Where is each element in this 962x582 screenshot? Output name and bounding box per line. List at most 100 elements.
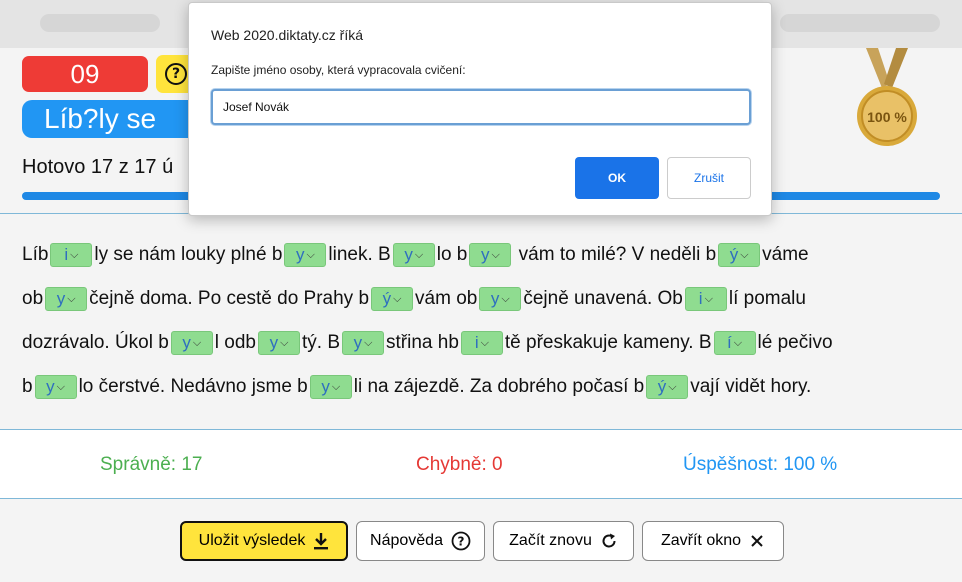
download-icon bbox=[314, 533, 329, 550]
stat-correct: Správně: 17 bbox=[100, 454, 203, 475]
answer-select[interactable]: y ⌵ bbox=[342, 331, 385, 355]
text-segment: l odb bbox=[214, 332, 256, 353]
answer-select[interactable]: y ⌵ bbox=[284, 243, 327, 267]
chevron-down-icon: ⌵ bbox=[56, 380, 65, 393]
chevron-down-icon: ⌵ bbox=[70, 248, 79, 261]
chevron-down-icon: ⌵ bbox=[480, 336, 489, 349]
answer-value: y bbox=[321, 377, 330, 396]
chevron-down-icon: ⌵ bbox=[306, 248, 315, 261]
chevron-down-icon: ⌵ bbox=[364, 336, 373, 349]
answer-select[interactable]: y ⌵ bbox=[258, 331, 300, 355]
dialog-message: Zapište jméno osoby, která vypracovala c… bbox=[211, 63, 466, 77]
footer-toolbar: Uložit výsledek Nápověda ? Začít znovu Z… bbox=[0, 499, 962, 582]
blurred-tab bbox=[40, 14, 160, 32]
chevron-down-icon: ⌵ bbox=[704, 292, 713, 305]
chevron-down-icon: ⌵ bbox=[668, 380, 677, 393]
chevron-down-icon: ⌵ bbox=[414, 248, 424, 261]
chevron-down-icon: ⌵ bbox=[67, 292, 76, 305]
question-circle-icon: ? bbox=[451, 531, 471, 551]
save-result-button[interactable]: Uložit výsledek bbox=[180, 521, 348, 561]
text-segment: lo b bbox=[436, 244, 468, 265]
text-segment: čejně doma. Po cestě do Prahy b bbox=[89, 288, 370, 309]
question-circle-icon: ? bbox=[165, 63, 187, 85]
text-segment: dozrávalo. Úkol b bbox=[22, 332, 169, 353]
answer-select[interactable]: i ⌵ bbox=[684, 287, 727, 311]
answer-value: ý bbox=[657, 377, 667, 396]
progress-text: Hotovo 17 z 17 ú bbox=[22, 156, 174, 178]
chevron-down-icon: ⌵ bbox=[331, 380, 341, 393]
answer-select[interactable]: ý ⌵ bbox=[371, 287, 414, 311]
answer-value: y bbox=[404, 245, 413, 264]
answer-select[interactable]: i ⌵ bbox=[460, 331, 503, 355]
text-line: ob y ⌵ čejně doma. Po cestě do Prahy b ý ⌵ vám… bbox=[22, 284, 806, 314]
answer-select[interactable]: y ⌵ bbox=[469, 243, 512, 267]
text-segment: vám to milé? V neděli b bbox=[513, 244, 717, 265]
medal-icon: 100 % bbox=[857, 48, 917, 146]
refresh-icon bbox=[602, 533, 616, 548]
text-segment: střina hb bbox=[386, 332, 459, 353]
close-icon bbox=[751, 535, 763, 547]
text-segment: Líb bbox=[22, 244, 49, 265]
answer-value: y bbox=[353, 333, 363, 352]
answer-value: i bbox=[698, 289, 703, 308]
ok-button[interactable]: OK bbox=[575, 157, 659, 199]
answer-value: y bbox=[490, 289, 500, 308]
answer-select[interactable]: y ⌵ bbox=[479, 287, 522, 311]
exercise-number-badge: 09 bbox=[22, 56, 148, 92]
stats-panel: Správně: 17 Chybně: 0 Úspěšnost: 100 % bbox=[0, 430, 962, 498]
answer-select[interactable]: y ⌵ bbox=[309, 375, 352, 399]
answer-select[interactable]: ý ⌵ bbox=[646, 375, 689, 399]
text-line: dozrávalo. Úkol b y ⌵ l odb y ⌵ tý. By ⌵ střina … bbox=[22, 328, 833, 358]
text-segment: vají vidět hory. bbox=[690, 376, 812, 397]
text-segment: linek. B bbox=[328, 244, 391, 265]
prompt-dialog: Web 2020.diktaty.cz říká Zapište jméno o… bbox=[188, 2, 772, 216]
text-segment: ob bbox=[22, 288, 44, 309]
stat-wrong: Chybně: 0 bbox=[416, 454, 503, 475]
answer-select[interactable]: ý ⌵ bbox=[718, 243, 761, 267]
answer-select[interactable]: i ⌵ bbox=[50, 243, 93, 267]
text-segment: ly se nám louky plné b bbox=[94, 244, 283, 265]
text-segment: váme bbox=[762, 244, 809, 265]
help-button[interactable]: Nápověda ? bbox=[356, 521, 485, 561]
answer-select[interactable]: í ⌵ bbox=[713, 331, 756, 355]
answer-value: y bbox=[269, 333, 279, 352]
answer-value: y bbox=[182, 333, 191, 352]
text-segment: tě přeskakuje kameny. B bbox=[504, 332, 712, 353]
answer-select[interactable]: y ⌵ bbox=[45, 287, 88, 311]
answer-select[interactable]: y ⌵ bbox=[34, 375, 77, 399]
blurred-toolbar bbox=[780, 14, 940, 32]
close-window-button[interactable]: Zavřít okno bbox=[642, 521, 784, 561]
answer-value: y bbox=[480, 245, 490, 264]
medal-label: 100 % bbox=[867, 109, 907, 125]
answer-value: ý bbox=[382, 289, 392, 308]
restart-button[interactable]: Začít znovu bbox=[493, 521, 634, 561]
text-segment: li na zájezdě. Za dobrého počasí b bbox=[353, 376, 645, 397]
answer-value: y bbox=[46, 377, 55, 396]
svg-text:?: ? bbox=[457, 535, 464, 549]
text-line: Líb i ⌵ ly se nám louky plné b y ⌵ linek. By ⌵ l… bbox=[22, 240, 809, 270]
answer-value: ý bbox=[729, 245, 739, 264]
answer-select[interactable]: y ⌵ bbox=[392, 243, 435, 267]
chevron-down-icon: ⌵ bbox=[501, 292, 510, 305]
chevron-down-icon: ⌵ bbox=[740, 248, 749, 261]
name-input[interactable] bbox=[211, 89, 751, 125]
answer-value: i bbox=[64, 245, 69, 264]
chevron-down-icon: ⌵ bbox=[280, 336, 289, 349]
save-result-label: Uložit výsledek bbox=[198, 532, 306, 549]
text-segment: lo čerstvé. Nedávno jsme b bbox=[78, 376, 308, 397]
answer-value: y bbox=[296, 245, 305, 264]
answer-select[interactable]: y ⌵ bbox=[170, 331, 213, 355]
cancel-button[interactable]: Zrušit bbox=[667, 157, 751, 199]
chevron-down-icon: ⌵ bbox=[733, 336, 743, 349]
text-segment: lé pečivo bbox=[757, 332, 833, 353]
text-segment: čejně unavená. Ob bbox=[523, 288, 683, 309]
close-window-label: Zavřít okno bbox=[660, 532, 742, 549]
chevron-down-icon: ⌵ bbox=[491, 248, 500, 261]
answer-value: í bbox=[726, 333, 732, 352]
text-segment: lí pomalu bbox=[728, 288, 806, 309]
help-label: Nápověda bbox=[370, 532, 443, 549]
text-line: b y ⌵ lo čerstvé. Nedávno jsme b y ⌵ li na záj… bbox=[22, 372, 811, 402]
text-segment: vám ob bbox=[415, 288, 478, 309]
chevron-down-icon: ⌵ bbox=[393, 292, 402, 305]
text-segment: b bbox=[22, 376, 33, 397]
